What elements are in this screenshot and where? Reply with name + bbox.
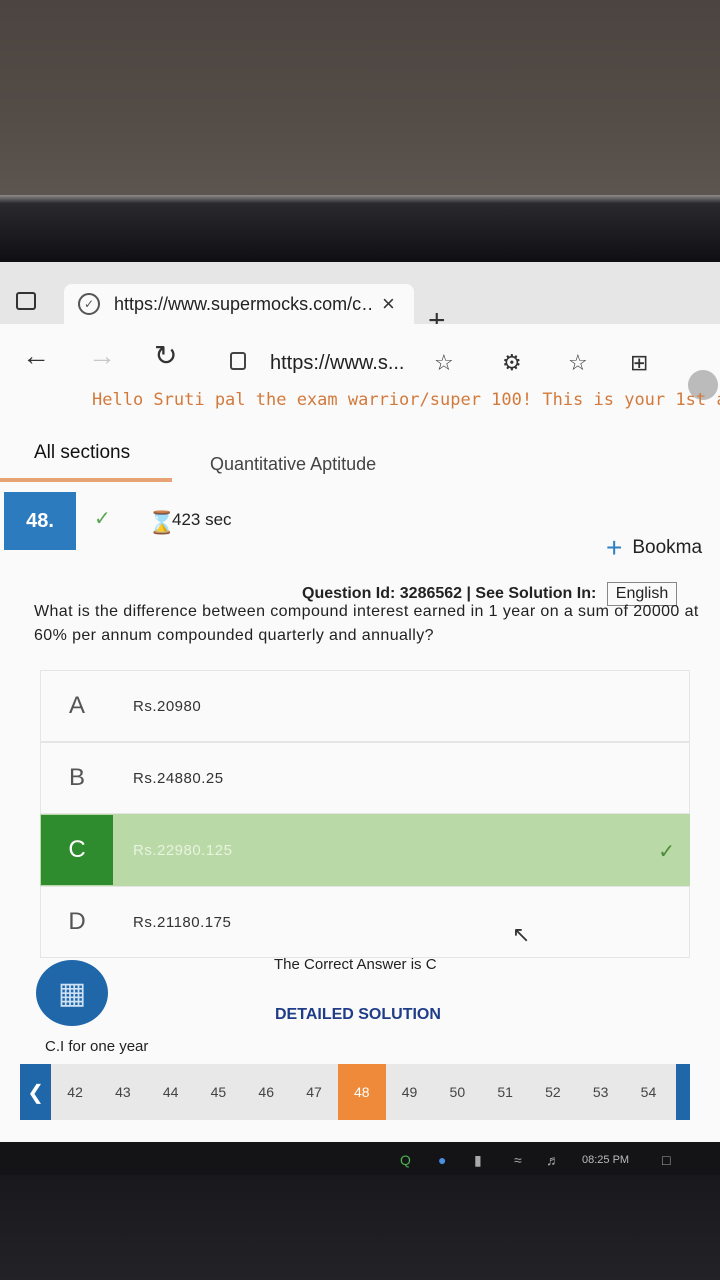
screen: ✓ https://www.supermocks.com/c… × + ← → … xyxy=(0,262,720,1142)
lock-icon[interactable] xyxy=(230,352,246,370)
page-number[interactable]: 45 xyxy=(195,1084,243,1100)
next-arrow-icon[interactable] xyxy=(676,1064,691,1120)
question-timer: 423 sec xyxy=(172,510,232,529)
page-number[interactable]: 47 xyxy=(290,1084,338,1100)
page-number[interactable]: 49 xyxy=(386,1084,434,1100)
monitor-bezel-bottom xyxy=(0,1175,720,1280)
question-number: 48. xyxy=(4,492,76,550)
page-number[interactable]: 53 xyxy=(577,1084,625,1100)
question-text: What is the difference between compound … xyxy=(34,603,699,644)
favorites-add-icon[interactable]: ☆ xyxy=(434,350,454,376)
option-letter: D xyxy=(68,908,86,935)
calculator-icon: ▦ xyxy=(57,976,87,1010)
mouse-cursor-icon: ↖ xyxy=(512,922,531,947)
favorites-icon[interactable]: ☆ xyxy=(568,350,588,376)
browser-tab-bar: ✓ https://www.supermocks.com/c… × + xyxy=(0,262,720,336)
page-number[interactable]: 43 xyxy=(99,1084,147,1100)
tab-close-button[interactable]: × xyxy=(382,291,395,317)
answer-options: A Rs.20980 B Rs.24880.25 C Rs.22980.125 … xyxy=(40,670,690,958)
solution-text: C.I for one year xyxy=(45,1038,149,1055)
search-icon[interactable]: Q xyxy=(400,1152,411,1168)
refresh-icon[interactable]: ↻ xyxy=(154,342,177,370)
forward-icon[interactable]: → xyxy=(88,342,116,370)
page-number[interactable]: 42 xyxy=(51,1084,99,1100)
background-wall xyxy=(0,0,720,200)
tab-all-sections[interactable]: All sections xyxy=(34,442,130,464)
check-icon: ✓ xyxy=(658,841,675,863)
option-text: Rs.21180.175 xyxy=(133,913,232,931)
monitor-bezel-top xyxy=(0,195,720,265)
tab-title: https://www.supermocks.com/c… xyxy=(114,293,374,314)
option-text: Rs.24880.25 xyxy=(133,769,224,787)
back-icon[interactable]: ← xyxy=(22,342,50,370)
notification-icon[interactable]: □ xyxy=(662,1152,670,1168)
volume-icon[interactable]: ♬ xyxy=(546,1152,560,1168)
window-icon[interactable] xyxy=(16,292,36,310)
site-favicon: ✓ xyxy=(78,293,100,315)
option-text: Rs.20980 xyxy=(133,697,202,715)
page-number[interactable]: 46 xyxy=(242,1084,290,1100)
browser-nav-bar: ← → ↻ https://www.s... ☆ ⚙ ☆ ⊞ xyxy=(0,324,720,386)
bookmark-button[interactable]: + Bookma xyxy=(606,532,702,564)
page-number[interactable]: 44 xyxy=(147,1084,195,1100)
detailed-solution-heading: DETAILED SOLUTION xyxy=(275,1006,441,1023)
clock[interactable]: 08:25 PM xyxy=(582,1154,629,1166)
option-letter: B xyxy=(68,764,85,791)
page-number[interactable]: 52 xyxy=(529,1084,577,1100)
collections-icon[interactable]: ⊞ xyxy=(630,350,648,376)
app-icon[interactable]: ● xyxy=(438,1152,446,1168)
tab-quantitative-aptitude[interactable]: Quantitative Aptitude xyxy=(210,454,376,475)
option-text: Rs.22980.125 xyxy=(133,841,233,859)
correct-answer-text: The Correct Answer is C xyxy=(274,956,437,973)
option-c[interactable]: C Rs.22980.125 ✓ xyxy=(40,814,690,886)
page-number-active[interactable]: 48 xyxy=(337,1064,386,1120)
option-letter: C xyxy=(41,815,113,885)
check-icon: ✓ xyxy=(94,508,111,530)
browser-tab[interactable]: ✓ https://www.supermocks.com/c… × xyxy=(64,284,414,324)
extensions-icon[interactable]: ⚙ xyxy=(502,350,522,376)
page-number[interactable]: 51 xyxy=(481,1084,529,1100)
calculator-button[interactable]: ▦ xyxy=(36,960,108,1026)
question-pager: ❮ 42 43 44 45 46 47 48 49 50 51 52 53 54 xyxy=(20,1064,691,1120)
address-bar[interactable]: https://www.s... xyxy=(270,352,404,375)
greeting-text: Hello Sruti pal the exam warrior/super 1… xyxy=(92,390,720,410)
option-a[interactable]: A Rs.20980 xyxy=(40,670,690,742)
option-letter: A xyxy=(68,692,85,719)
page-number[interactable]: 54 xyxy=(625,1084,673,1100)
option-b[interactable]: B Rs.24880.25 xyxy=(40,742,690,814)
page-number[interactable]: 50 xyxy=(433,1084,481,1100)
prev-arrow-icon[interactable]: ❮ xyxy=(20,1064,52,1120)
battery-icon[interactable]: ▮ xyxy=(474,1152,482,1169)
plus-icon: + xyxy=(606,532,623,563)
option-d[interactable]: D Rs.21180.175 xyxy=(40,886,690,958)
section-tabs: All sections Quantitative Aptitude xyxy=(0,434,720,490)
active-tab-indicator xyxy=(0,478,172,482)
wifi-icon[interactable]: ≈ xyxy=(514,1152,522,1168)
bookmark-label: Bookma xyxy=(632,537,703,559)
